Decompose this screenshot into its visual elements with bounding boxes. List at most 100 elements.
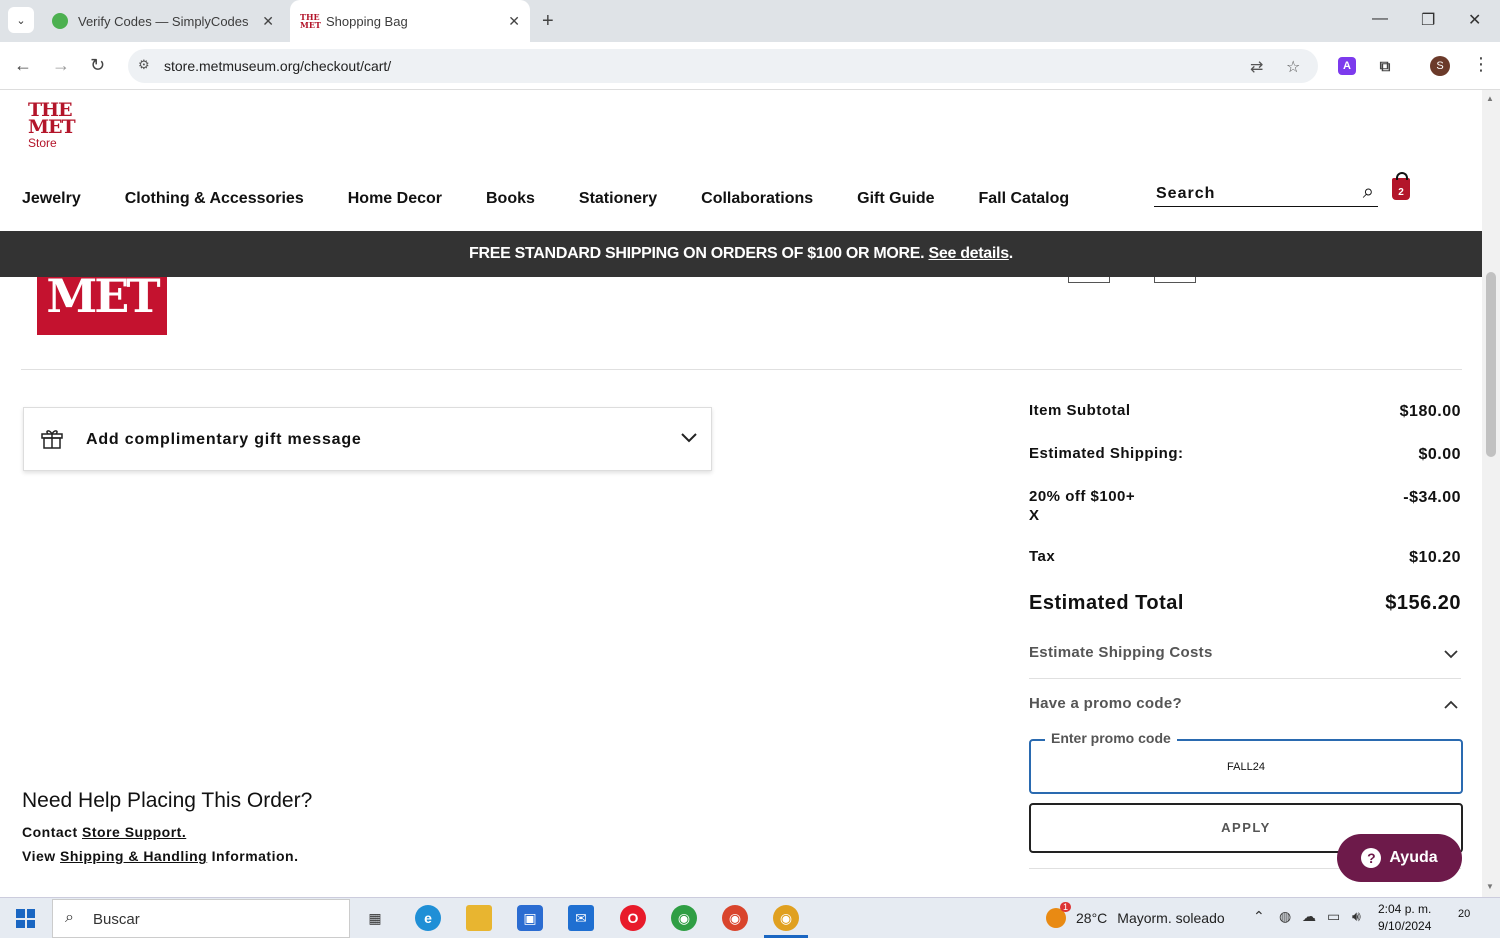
task-view-icon[interactable]: ▦ bbox=[362, 905, 388, 931]
network-icon[interactable]: ▭ bbox=[1327, 908, 1340, 925]
met-store-logo[interactable]: THE MET Store bbox=[28, 101, 76, 151]
nav-clothing-accessories[interactable]: Clothing & Accessories bbox=[125, 190, 304, 208]
close-tab-icon[interactable]: ✕ bbox=[508, 13, 520, 30]
weather-widget[interactable]: 1 28°C Mayorm. soleado bbox=[1046, 902, 1225, 928]
browser-tab-bar: ⌄ Verify Codes — SimplyCodes ✕ THE MET Sh… bbox=[0, 0, 1500, 42]
page-content: THE MET Store Jewelry Clothing & Accesso… bbox=[0, 90, 1482, 897]
file-explorer-icon[interactable] bbox=[466, 905, 492, 931]
search-input[interactable]: Search bbox=[1156, 185, 1215, 203]
windows-start-icon[interactable] bbox=[16, 909, 35, 928]
edge-icon[interactable]: e bbox=[415, 905, 441, 931]
mail-icon[interactable]: ✉ bbox=[568, 905, 594, 931]
system-clock[interactable]: 2:04 p. m. 9/10/2024 bbox=[1378, 901, 1431, 935]
promo-code-field[interactable]: Enter promo code bbox=[1029, 730, 1463, 794]
estimated-total-label: Estimated Total bbox=[1029, 592, 1184, 614]
gift-message-label: Add complimentary gift message bbox=[86, 431, 362, 448]
site-search[interactable]: Search ⌕ bbox=[1154, 181, 1378, 207]
extension-icon[interactable]: A bbox=[1338, 57, 1356, 75]
omnibox[interactable]: ⚙ store.metmuseum.org/checkout/cart/ ⇄ ☆ bbox=[128, 49, 1318, 83]
scroll-up-icon[interactable]: ▲ bbox=[1486, 94, 1494, 103]
extensions-puzzle-icon[interactable]: ⧉ bbox=[1376, 57, 1394, 75]
profile-avatar[interactable]: S bbox=[1430, 56, 1450, 76]
quantity-control-edge[interactable] bbox=[1154, 277, 1196, 283]
chevron-up-icon[interactable] bbox=[1441, 695, 1461, 715]
tab-search-button[interactable]: ⌄ bbox=[8, 7, 34, 33]
tab-shopping-bag[interactable]: THE MET Shopping Bag ✕ bbox=[290, 0, 530, 42]
simplycodes-favicon-icon bbox=[52, 13, 68, 29]
new-tab-icon[interactable]: + bbox=[542, 10, 554, 33]
nav-home-decor[interactable]: Home Decor bbox=[348, 190, 442, 208]
clock-date: 9/10/2024 bbox=[1378, 919, 1432, 933]
bag-count-badge: 2 bbox=[1398, 187, 1404, 198]
chrome-profile-c-icon[interactable]: ◉ bbox=[722, 905, 748, 931]
restore-icon[interactable]: ❐ bbox=[1421, 10, 1435, 30]
met-favicon-icon: THE MET bbox=[300, 12, 321, 30]
notifications-icon[interactable]: 20 bbox=[1458, 908, 1480, 928]
volume-icon[interactable]: 🔊︎ bbox=[1352, 908, 1361, 925]
nav-gift-guide[interactable]: Gift Guide bbox=[857, 190, 934, 208]
bookmark-star-icon[interactable]: ☆ bbox=[1286, 57, 1300, 77]
address-bar-row: ← → ↻ ⚙ store.metmuseum.org/checkout/car… bbox=[0, 42, 1500, 90]
shipping-banner: FREE STANDARD SHIPPING ON ORDERS OF $100… bbox=[0, 231, 1482, 277]
promo-code-accordion[interactable]: Have a promo code? bbox=[1029, 695, 1461, 735]
divider bbox=[21, 369, 1462, 370]
shopping-bag-icon[interactable]: 2 bbox=[1392, 172, 1410, 200]
question-icon: ? bbox=[1361, 848, 1382, 868]
search-icon[interactable]: ⌕ bbox=[1363, 181, 1374, 204]
taskbar-search-input[interactable]: Buscar bbox=[93, 911, 140, 928]
nav-jewelry[interactable]: Jewelry bbox=[22, 190, 81, 208]
nav-books[interactable]: Books bbox=[486, 190, 535, 208]
close-tab-icon[interactable]: ✕ bbox=[262, 13, 274, 30]
windows-taskbar: ⌕ Buscar ▦ e ▣ ✉ O ◉ ◉ ◉ 1 28°C Mayorm. … bbox=[0, 897, 1500, 938]
scroll-down-icon[interactable]: ▼ bbox=[1486, 882, 1494, 891]
promo-code-input[interactable] bbox=[1031, 741, 1461, 792]
url-text[interactable]: store.metmuseum.org/checkout/cart/ bbox=[164, 58, 391, 74]
chevron-down-icon[interactable] bbox=[1441, 644, 1461, 664]
translate-icon[interactable]: ⇄ bbox=[1250, 57, 1263, 77]
tab-verify-codes[interactable]: Verify Codes — SimplyCodes ✕ bbox=[44, 0, 284, 42]
nav-fall-catalog[interactable]: Fall Catalog bbox=[978, 190, 1069, 208]
search-icon: ⌕ bbox=[65, 909, 74, 926]
tab-title: Verify Codes — SimplyCodes bbox=[78, 13, 249, 29]
banner-text: FREE STANDARD SHIPPING ON ORDERS OF $100… bbox=[469, 245, 925, 262]
nav-stationery[interactable]: Stationery bbox=[579, 190, 657, 208]
page-scrollbar[interactable]: ▲ ▼ bbox=[1482, 90, 1500, 897]
quantity-control-edge[interactable] bbox=[1068, 277, 1110, 283]
weather-alert-badge: 1 bbox=[1060, 902, 1072, 912]
remove-discount-button[interactable]: X bbox=[1029, 507, 1040, 524]
reload-icon[interactable]: ↻ bbox=[90, 55, 105, 76]
product-thumbnail[interactable]: MET bbox=[37, 273, 167, 335]
browser-menu-icon[interactable]: ⋮ bbox=[1472, 54, 1490, 75]
notification-count: 20 bbox=[1458, 908, 1471, 920]
site-info-icon[interactable]: ⚙ bbox=[138, 57, 150, 73]
chevron-down-icon[interactable] bbox=[677, 425, 701, 449]
help-chat-button[interactable]: ? Ayuda bbox=[1337, 834, 1462, 882]
gift-icon bbox=[41, 430, 63, 449]
estimated-total-value: $156.20 bbox=[1385, 592, 1461, 614]
chrome-profile-a-icon[interactable]: ◉ bbox=[671, 905, 697, 931]
opera-icon[interactable]: O bbox=[620, 905, 646, 931]
see-details-link[interactable]: See details bbox=[928, 245, 1009, 262]
store-support-link[interactable]: Store Support. bbox=[82, 824, 186, 840]
taskbar-search[interactable]: ⌕ Buscar bbox=[52, 899, 350, 938]
back-icon[interactable]: ← bbox=[14, 55, 32, 76]
shipping-handling-link[interactable]: Shipping & Handling bbox=[60, 848, 207, 864]
weather-text: Mayorm. soleado bbox=[1117, 910, 1225, 926]
chrome-profile-s-icon[interactable]: ◉ bbox=[773, 905, 799, 931]
meet-icon[interactable]: ◍ bbox=[1279, 908, 1291, 925]
onedrive-icon[interactable]: ☁ bbox=[1302, 908, 1316, 925]
minimize-icon[interactable]: — bbox=[1372, 10, 1388, 28]
forward-icon[interactable]: → bbox=[52, 55, 70, 76]
weather-temp: 28°C bbox=[1076, 910, 1108, 926]
store-icon[interactable]: ▣ bbox=[517, 905, 543, 931]
help-contact-line: Contact Store Support. bbox=[22, 824, 187, 840]
window-close-icon[interactable]: ✕ bbox=[1468, 10, 1481, 30]
help-title: Need Help Placing This Order? bbox=[22, 789, 313, 812]
clock-time: 2:04 p. m. bbox=[1378, 902, 1432, 916]
scrollbar-thumb[interactable] bbox=[1486, 272, 1496, 457]
gift-message-accordion[interactable]: Add complimentary gift message bbox=[23, 407, 712, 471]
tab-title: Shopping Bag bbox=[326, 13, 408, 29]
tray-overflow-icon[interactable]: ⌃ bbox=[1253, 908, 1265, 925]
help-shipping-line: View Shipping & Handling Information. bbox=[22, 848, 299, 864]
nav-collaborations[interactable]: Collaborations bbox=[701, 190, 813, 208]
